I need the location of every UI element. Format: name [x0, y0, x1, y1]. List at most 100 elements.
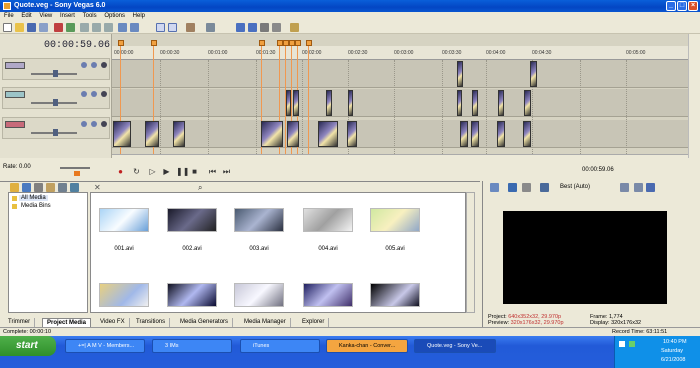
- go-to-end-icon[interactable]: ⏭: [222, 167, 231, 176]
- media-properties-icon[interactable]: [70, 183, 79, 192]
- split-screen-icon[interactable]: [522, 183, 531, 192]
- save-snapshot-icon[interactable]: [646, 183, 655, 192]
- menu-options[interactable]: Options: [104, 13, 125, 19]
- mute-icon[interactable]: [81, 62, 87, 68]
- video-clip[interactable]: [471, 121, 479, 147]
- tab-video-fx[interactable]: Video FX: [96, 318, 130, 327]
- overlays-icon[interactable]: [540, 183, 549, 192]
- track-header-2[interactable]: [2, 87, 110, 109]
- video-clip[interactable]: [261, 121, 283, 147]
- rate-slider-knob[interactable]: [74, 171, 80, 176]
- open-icon[interactable]: [15, 23, 24, 32]
- capture-icon[interactable]: [66, 23, 75, 32]
- minimize-button[interactable]: _: [666, 1, 676, 11]
- solo-icon[interactable]: [91, 121, 97, 127]
- media-thumbnail[interactable]: [234, 208, 284, 232]
- preview-quality-select[interactable]: Best (Auto): [560, 184, 590, 190]
- media-thumbnail[interactable]: [99, 283, 149, 307]
- timeline-vertical-scrollbar[interactable]: [688, 34, 700, 158]
- video-clip[interactable]: [530, 61, 537, 87]
- level-slider-knob[interactable]: [53, 99, 58, 106]
- menu-edit[interactable]: Edit: [21, 13, 31, 19]
- fx-icon[interactable]: [101, 62, 107, 68]
- taskbar-item-sony-vegas[interactable]: Quote.veg - Sony Ve...: [414, 339, 496, 353]
- maximize-button[interactable]: □: [677, 1, 687, 11]
- timeline-horizontal-scrollbar[interactable]: [112, 154, 688, 162]
- external-monitor-icon[interactable]: [508, 183, 517, 192]
- envelope-tool-icon[interactable]: [248, 23, 257, 32]
- tree-item-media-bins[interactable]: Media Bins: [19, 203, 53, 209]
- selection-tool-icon[interactable]: [260, 23, 269, 32]
- media-thumbnail[interactable]: [234, 283, 284, 307]
- menu-tools[interactable]: Tools: [83, 13, 97, 19]
- tab-media-manager[interactable]: Media Manager: [240, 318, 291, 327]
- help-icon[interactable]: [290, 23, 299, 32]
- track-lane-2[interactable]: [112, 89, 688, 117]
- video-clip[interactable]: [348, 90, 353, 116]
- solo-icon[interactable]: [91, 91, 97, 97]
- record-icon[interactable]: ●: [116, 167, 125, 176]
- cut-icon[interactable]: [80, 23, 89, 32]
- video-clip[interactable]: [287, 121, 299, 147]
- media-thumbnail[interactable]: [303, 208, 353, 232]
- taskbar-item-itunes[interactable]: iTunes: [240, 339, 320, 353]
- video-clip[interactable]: [145, 121, 159, 147]
- properties-icon[interactable]: [39, 23, 48, 32]
- track-header-1[interactable]: [2, 58, 110, 80]
- undo-icon[interactable]: [118, 23, 127, 32]
- render-icon[interactable]: [54, 23, 63, 32]
- go-to-start-icon[interactable]: ⏮: [208, 167, 217, 176]
- taskbar-item-amv-members[interactable]: +=| A M V - Members...: [65, 339, 145, 353]
- media-thumbnail[interactable]: [99, 208, 149, 232]
- track-lane-1[interactable]: [112, 60, 688, 88]
- video-clip[interactable]: [457, 90, 462, 116]
- video-clip[interactable]: [498, 90, 504, 116]
- lock-envelopes-icon[interactable]: [168, 23, 177, 32]
- copy-snapshot-icon[interactable]: [634, 183, 643, 192]
- tree-item-all-media[interactable]: All Media: [19, 195, 48, 201]
- auto-ripple-icon[interactable]: [156, 23, 165, 32]
- video-clip[interactable]: [113, 121, 131, 147]
- timeline-marker[interactable]: [151, 40, 157, 46]
- menu-view[interactable]: View: [39, 13, 52, 19]
- menu-help[interactable]: Help: [133, 13, 145, 19]
- tab-media-generators[interactable]: Media Generators: [176, 318, 234, 327]
- media-thumbnail[interactable]: [303, 283, 353, 307]
- search-icon[interactable]: ⌕: [198, 183, 207, 192]
- video-clip[interactable]: [497, 121, 505, 147]
- capture-video-icon[interactable]: [22, 183, 31, 192]
- timeline-marker[interactable]: [295, 40, 301, 46]
- level-slider-knob[interactable]: [53, 70, 58, 77]
- close-button[interactable]: ×: [688, 1, 698, 11]
- timeline-marker[interactable]: [306, 40, 312, 46]
- grid-icon[interactable]: [620, 183, 629, 192]
- mute-icon[interactable]: [81, 121, 87, 127]
- copy-icon[interactable]: [92, 23, 101, 32]
- solo-icon[interactable]: [91, 62, 97, 68]
- preview-properties-icon[interactable]: [490, 183, 499, 192]
- video-clip[interactable]: [472, 90, 478, 116]
- import-media-icon[interactable]: [10, 183, 19, 192]
- start-button[interactable]: start: [0, 336, 56, 356]
- video-clip[interactable]: [347, 121, 357, 147]
- save-icon[interactable]: [27, 23, 36, 32]
- media-thumbnail[interactable]: [370, 283, 420, 307]
- media-thumbnail[interactable]: [167, 283, 217, 307]
- redo-icon[interactable]: [130, 23, 139, 32]
- volume-icon[interactable]: [629, 341, 635, 347]
- zoom-tool-icon[interactable]: [272, 23, 281, 32]
- rate-slider[interactable]: [60, 167, 90, 169]
- timeline-marker[interactable]: [259, 40, 265, 46]
- fx-icon[interactable]: [101, 91, 107, 97]
- video-clip[interactable]: [293, 90, 299, 116]
- remove-unused-media-icon[interactable]: [46, 183, 55, 192]
- video-clip[interactable]: [173, 121, 185, 147]
- taskbar-item-kanka-chan[interactable]: Kanka-chan - Conver...: [326, 339, 408, 353]
- video-clip[interactable]: [524, 90, 531, 116]
- stop-icon[interactable]: ■: [190, 167, 199, 176]
- fx-icon[interactable]: [101, 121, 107, 127]
- media-fx-icon[interactable]: [58, 183, 67, 192]
- tab-project-media[interactable]: Project Media: [42, 318, 92, 327]
- video-clip[interactable]: [286, 90, 291, 116]
- delete-icon[interactable]: ✕: [94, 183, 103, 192]
